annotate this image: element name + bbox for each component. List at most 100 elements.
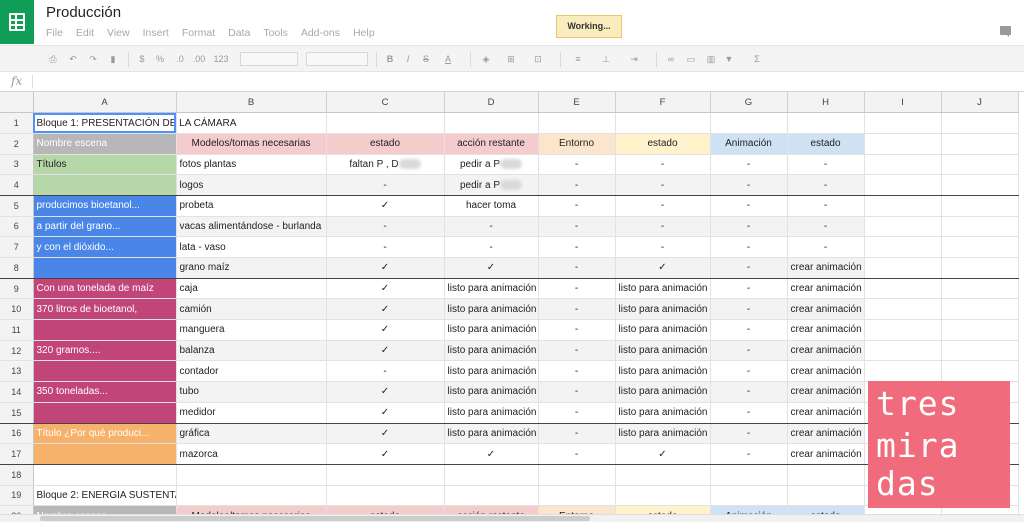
cell-i8[interactable] — [864, 257, 942, 279]
cell-h11[interactable]: crear animación — [787, 319, 865, 341]
cell-b13[interactable]: contador — [176, 360, 327, 383]
cell-c10[interactable]: ✓ — [326, 298, 445, 321]
cell-a15[interactable] — [33, 402, 177, 424]
functions-button[interactable]: Σ — [748, 52, 766, 66]
cell-f8[interactable]: ✓ — [615, 257, 711, 279]
cell-a14[interactable]: 350 toneladas... — [33, 381, 177, 403]
cell-h8[interactable]: crear animación — [787, 257, 865, 279]
cell-e2[interactable]: Entorno — [538, 133, 616, 155]
cell-a2[interactable]: Nombre escena — [33, 133, 177, 155]
cell-f5[interactable]: - — [615, 195, 711, 217]
cell-b16[interactable]: gráfica — [176, 423, 327, 445]
cell-h5[interactable]: - — [787, 195, 865, 217]
cell-c14[interactable]: ✓ — [326, 381, 445, 403]
cell-f19[interactable] — [615, 485, 711, 507]
cell-c1[interactable] — [326, 112, 445, 134]
cell-d3[interactable]: pedir a P — [444, 154, 539, 176]
row-header[interactable]: 19 — [0, 485, 34, 507]
cell-g8[interactable]: - — [710, 257, 788, 279]
cell-h3[interactable]: - — [787, 154, 865, 176]
cell-e8[interactable]: - — [538, 257, 616, 279]
cell-b9[interactable]: caja — [176, 278, 327, 300]
cell-f15[interactable]: listo para animación — [615, 402, 711, 424]
cell-g11[interactable]: - — [710, 319, 788, 341]
merge-cells-icon[interactable]: ⊡ — [530, 52, 546, 66]
cell-c18[interactable] — [326, 464, 445, 486]
comment-insert-icon[interactable]: ▭ — [684, 52, 698, 66]
menu-file[interactable]: File — [46, 27, 63, 39]
cell-j6[interactable] — [941, 216, 1019, 238]
cell-g6[interactable]: - — [710, 216, 788, 238]
cell-i13[interactable] — [864, 360, 942, 383]
cell-d17[interactable]: ✓ — [444, 443, 539, 465]
cell-b2[interactable]: Modelos/tomas necesarias — [176, 133, 327, 155]
cell-a16[interactable]: Título ¿Por qué produci... — [33, 423, 177, 445]
cell-c13[interactable]: - — [326, 360, 445, 383]
cell-j4[interactable] — [941, 174, 1019, 196]
cell-b19[interactable] — [176, 485, 327, 507]
row-header[interactable]: 14 — [0, 381, 34, 403]
col-header-b[interactable]: B — [176, 92, 327, 114]
cell-g4[interactable]: - — [710, 174, 788, 196]
cell-g7[interactable]: - — [710, 236, 788, 258]
cell-h12[interactable]: crear animación — [787, 340, 865, 362]
cell-b18[interactable] — [176, 464, 327, 486]
cell-h14[interactable]: crear animación — [787, 381, 865, 403]
increase-decimal-button[interactable]: .00 — [190, 52, 208, 66]
percent-button[interactable]: % — [154, 52, 166, 66]
decrease-decimal-button[interactable]: .0 — [172, 52, 188, 66]
row-header[interactable]: 4 — [0, 174, 34, 196]
cell-f4[interactable]: - — [615, 174, 711, 196]
redo-icon[interactable]: ↷ — [86, 52, 100, 66]
cell-e18[interactable] — [538, 464, 616, 486]
row-header[interactable]: 6 — [0, 216, 34, 238]
cell-d2[interactable]: acción restante — [444, 133, 539, 155]
cell-f13[interactable]: listo para animación — [615, 360, 711, 383]
cell-h9[interactable]: crear animación — [787, 278, 865, 300]
row-header[interactable]: 10 — [0, 298, 34, 321]
cell-f11[interactable]: listo para animación — [615, 319, 711, 341]
col-header-g[interactable]: G — [710, 92, 788, 114]
cell-g18[interactable] — [710, 464, 788, 486]
cell-e19[interactable] — [538, 485, 616, 507]
cell-g9[interactable]: - — [710, 278, 788, 300]
sheets-logo-icon[interactable] — [0, 0, 34, 44]
print-icon[interactable]: ⎙ — [46, 52, 60, 66]
cell-e16[interactable]: - — [538, 423, 616, 445]
cell-d7[interactable]: - — [444, 236, 539, 258]
cell-i4[interactable] — [864, 174, 942, 196]
cell-a19[interactable]: Bloque 2: ENERGIA SUSTENTABLE — [33, 485, 177, 507]
cell-e1[interactable] — [538, 112, 616, 134]
cell-g3[interactable]: - — [710, 154, 788, 176]
cell-f1[interactable] — [615, 112, 711, 134]
cell-c12[interactable]: ✓ — [326, 340, 445, 362]
cell-c4[interactable]: - — [326, 174, 445, 196]
cell-g15[interactable]: - — [710, 402, 788, 424]
col-header-h[interactable]: H — [787, 92, 865, 114]
cell-j1[interactable] — [941, 112, 1019, 134]
cell-a4[interactable] — [33, 174, 177, 196]
cell-a11[interactable] — [33, 319, 177, 341]
cell-e13[interactable]: - — [538, 360, 616, 383]
cell-i12[interactable] — [864, 340, 942, 362]
cell-f10[interactable]: listo para animación — [615, 298, 711, 321]
chart-icon[interactable]: ▥ — [704, 52, 718, 66]
cell-g2[interactable]: Animación — [710, 133, 788, 155]
cell-c16[interactable]: ✓ — [326, 423, 445, 445]
cell-e11[interactable]: - — [538, 319, 616, 341]
cell-d18[interactable] — [444, 464, 539, 486]
cell-e3[interactable]: - — [538, 154, 616, 176]
menu-view[interactable]: View — [107, 27, 130, 39]
row-header[interactable]: 13 — [0, 360, 34, 383]
cell-j3[interactable] — [941, 154, 1019, 176]
cell-e14[interactable]: - — [538, 381, 616, 403]
cell-g16[interactable]: - — [710, 423, 788, 445]
cell-j8[interactable] — [941, 257, 1019, 279]
undo-icon[interactable]: ↶ — [66, 52, 80, 66]
horizontal-scrollbar[interactable] — [0, 514, 1024, 522]
cell-c19[interactable] — [326, 485, 445, 507]
cell-d16[interactable]: listo para animación — [444, 423, 539, 445]
cell-j12[interactable] — [941, 340, 1019, 362]
text-wrap-icon[interactable]: ⇥ — [626, 52, 642, 66]
cell-d1[interactable] — [444, 112, 539, 134]
